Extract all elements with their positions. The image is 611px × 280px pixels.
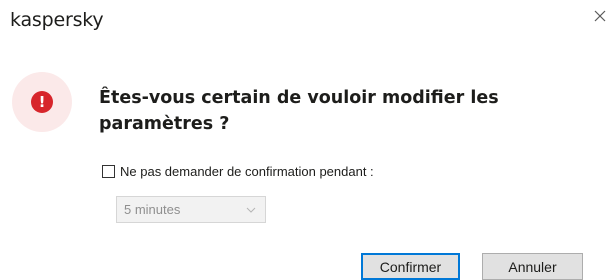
confirm-button[interactable]: Confirmer bbox=[361, 253, 460, 280]
duration-select-value: 5 minutes bbox=[124, 202, 181, 217]
chevron-down-icon bbox=[246, 207, 256, 213]
dont-ask-label: Ne pas demander de confirmation pendant … bbox=[120, 164, 374, 179]
close-icon bbox=[594, 10, 606, 22]
exclamation-icon: ! bbox=[31, 91, 53, 113]
kaspersky-logo: kaspersky bbox=[10, 9, 104, 31]
dont-ask-checkbox[interactable] bbox=[102, 165, 115, 178]
alert-badge: ! bbox=[12, 72, 72, 132]
confirmation-dialog: kaspersky ! Êtes-vous certain de vouloir… bbox=[0, 0, 611, 280]
duration-select[interactable]: 5 minutes bbox=[116, 196, 266, 223]
dont-ask-checkbox-row[interactable]: Ne pas demander de confirmation pendant … bbox=[102, 164, 374, 179]
cancel-button[interactable]: Annuler bbox=[482, 253, 583, 280]
dialog-question: Êtes-vous certain de vouloir modifier le… bbox=[99, 88, 499, 134]
close-button[interactable] bbox=[589, 5, 611, 27]
